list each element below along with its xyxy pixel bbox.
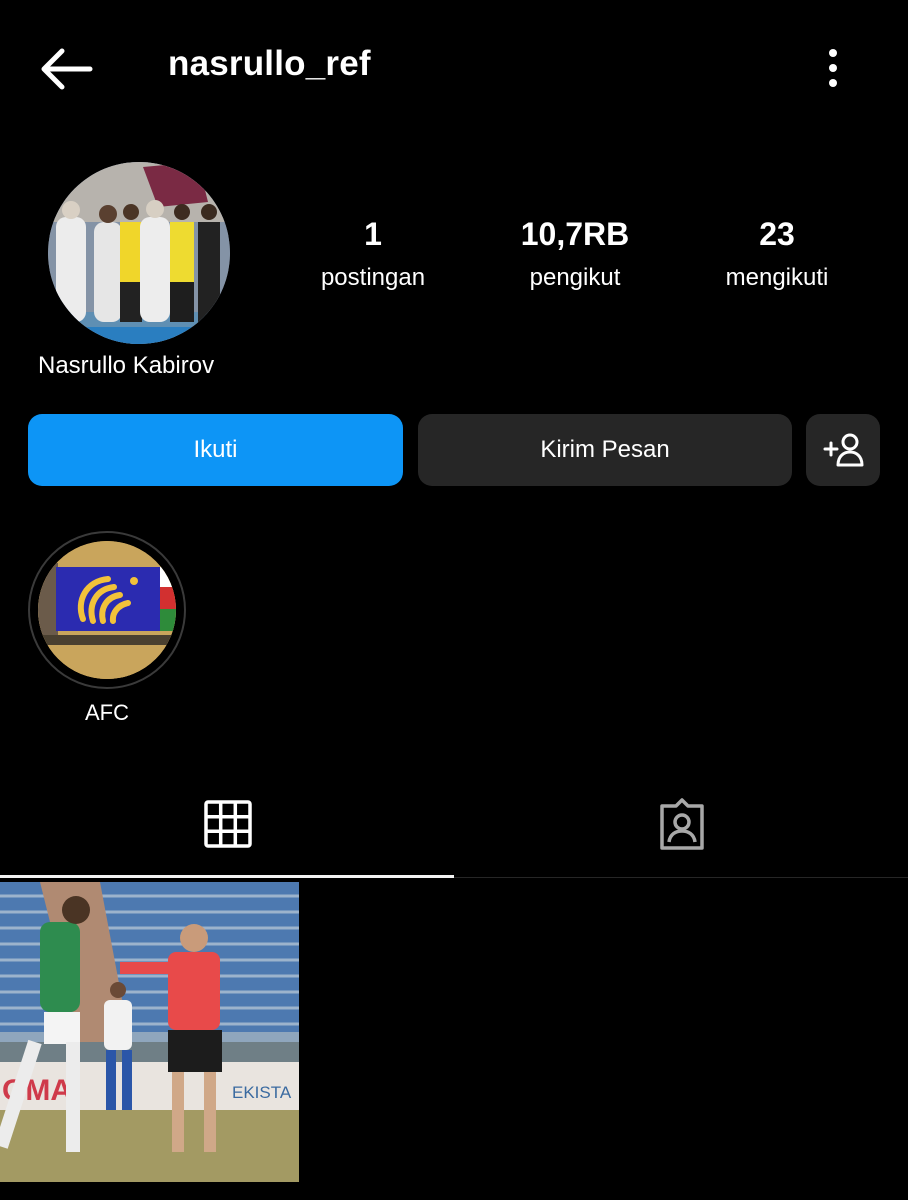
profile-username: nasrullo_ref bbox=[168, 44, 371, 83]
stat-followers[interactable]: 10,7RB pengikut bbox=[480, 212, 670, 300]
svg-text:EKISTA: EKISTA bbox=[232, 1083, 292, 1102]
stat-following[interactable]: 23 mengikuti bbox=[682, 212, 872, 300]
vertical-ellipsis-icon bbox=[829, 49, 837, 87]
send-message-button[interactable]: Kirim Pesan bbox=[418, 414, 792, 486]
highlight-label: AFC bbox=[85, 700, 129, 725]
tab-tagged[interactable] bbox=[454, 790, 908, 878]
grid-icon bbox=[204, 800, 252, 848]
afc-logo-image bbox=[38, 541, 176, 679]
highlight-cover-afc[interactable] bbox=[38, 541, 176, 679]
suggest-people-button[interactable] bbox=[806, 414, 880, 486]
more-options-button[interactable] bbox=[818, 46, 848, 92]
profile-avatar[interactable] bbox=[48, 162, 230, 344]
stat-posts: 1 postingan bbox=[278, 212, 468, 300]
follow-button[interactable]: Ikuti bbox=[28, 414, 403, 486]
stat-followers-label: pengikut bbox=[529, 264, 621, 291]
avatar-image bbox=[48, 162, 230, 344]
profile-display-name: Nasrullo Kabirov bbox=[38, 352, 215, 379]
post-image: OMA EKISTA bbox=[0, 882, 299, 1182]
stat-following-label: mengikuti bbox=[725, 264, 829, 291]
add-person-icon bbox=[823, 433, 864, 467]
tab-posts-grid[interactable] bbox=[0, 790, 454, 878]
post-thumbnail[interactable]: OMA EKISTA bbox=[0, 882, 299, 1182]
back-button[interactable] bbox=[36, 46, 94, 92]
active-tab-indicator bbox=[0, 875, 454, 878]
stat-followers-count: 10,7RB bbox=[520, 216, 630, 252]
stat-posts-count: 1 bbox=[364, 216, 382, 252]
tab-divider bbox=[454, 877, 908, 878]
arrow-left-icon bbox=[41, 48, 93, 90]
stat-following-count: 23 bbox=[759, 216, 795, 252]
tagged-person-icon bbox=[660, 798, 704, 850]
stat-posts-label: postingan bbox=[320, 264, 426, 291]
